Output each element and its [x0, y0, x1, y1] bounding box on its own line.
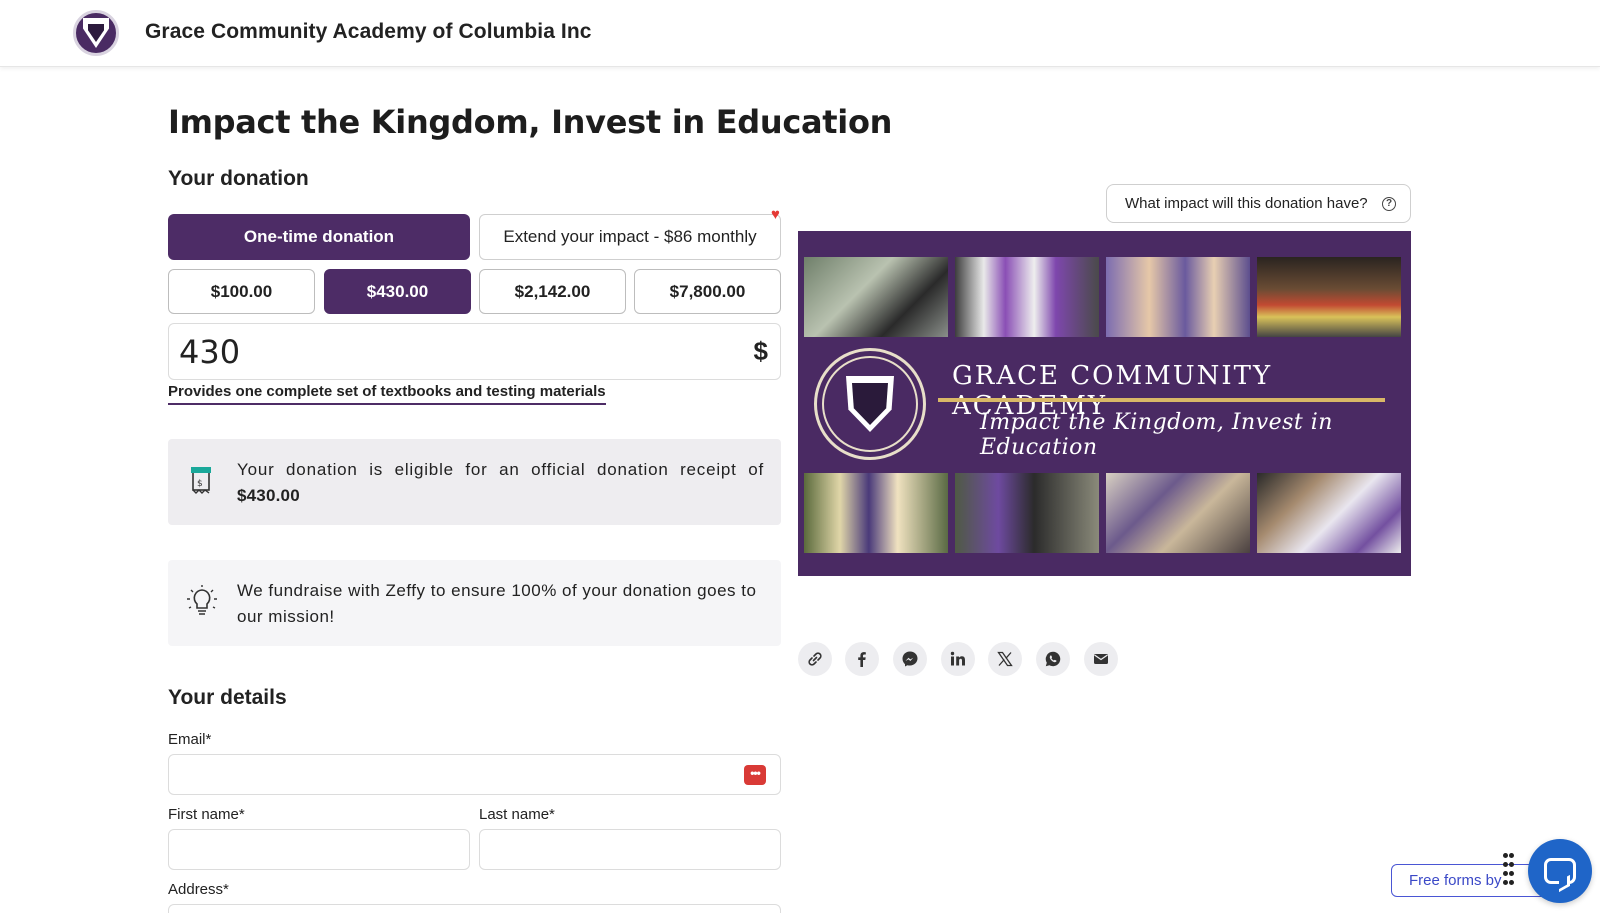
first-name-field[interactable]	[169, 830, 469, 869]
address-field-wrapper	[168, 904, 781, 913]
amount-input[interactable]	[179, 332, 719, 372]
share-x-button[interactable]	[988, 642, 1022, 676]
x-icon	[997, 651, 1013, 667]
academy-seal	[814, 348, 926, 460]
chat-button[interactable]	[1528, 839, 1592, 903]
receipt-notice-text: Your donation is eligible for an officia…	[237, 460, 764, 505]
details-section-title: Your details	[168, 686, 287, 709]
share-linkedin-button[interactable]	[941, 642, 975, 676]
last-name-field-wrapper	[479, 829, 781, 870]
email-field-wrapper: •••	[168, 754, 781, 795]
first-name-label: First name*	[168, 806, 245, 823]
share-whatsapp-button[interactable]	[1036, 642, 1070, 676]
share-messenger-button[interactable]	[893, 642, 927, 676]
academy-logo[interactable]	[73, 10, 119, 56]
donation-section-title: Your donation	[168, 167, 309, 190]
drag-handle-icon[interactable]	[1503, 853, 1513, 889]
free-forms-badge[interactable]: Free forms by	[1391, 864, 1551, 897]
copy-link-button[interactable]	[798, 642, 832, 676]
photo-students-smiling	[1106, 257, 1250, 337]
whatsapp-icon	[1045, 651, 1061, 667]
monthly-donation-button[interactable]: Extend your impact - $86 monthly	[479, 214, 781, 260]
currency-symbol: $	[753, 336, 768, 366]
first-name-field-wrapper	[168, 829, 470, 870]
free-forms-label: Free forms by	[1409, 872, 1502, 889]
last-name-field[interactable]	[480, 830, 780, 869]
question-icon: ?	[1382, 197, 1396, 211]
email-label: Email*	[168, 731, 212, 748]
photo-students-reading	[804, 257, 948, 337]
facebook-icon	[858, 652, 866, 667]
receipt-icon: $	[191, 467, 211, 494]
photo-playground	[955, 473, 1099, 553]
impact-question-button[interactable]: What impact will this donation have? ?	[1106, 184, 1411, 223]
organization-name: Grace Community Academy of Columbia Inc	[145, 20, 592, 43]
one-time-donation-button[interactable]: One-time donation	[168, 214, 470, 260]
photo-stage-performance	[1257, 257, 1401, 337]
share-email-button[interactable]	[1084, 642, 1118, 676]
amount-option-100[interactable]: $100.00	[168, 269, 315, 314]
zeffy-notice-text: We fundraise with Zeffy to ensure 100% o…	[237, 581, 757, 626]
amount-option-2142[interactable]: $2,142.00	[479, 269, 626, 314]
amount-field: $	[168, 323, 781, 380]
banner-divider	[938, 398, 1385, 402]
receipt-notice-box: $ Your donation is eligible for an offic…	[168, 439, 781, 525]
heart-icon: ♥	[771, 206, 780, 223]
lightbulb-icon	[187, 585, 217, 615]
address-field[interactable]	[169, 905, 780, 913]
messenger-icon	[902, 651, 918, 667]
zeffy-notice-box: We fundraise with Zeffy to ensure 100% o…	[168, 560, 781, 646]
banner-tagline: Impact the Kingdom, Invest in Education	[980, 410, 1333, 460]
link-icon	[808, 652, 822, 666]
impact-question-label: What impact will this donation have?	[1125, 195, 1368, 212]
svg-text:$: $	[197, 479, 203, 489]
address-label: Address*	[168, 881, 229, 898]
campaign-banner-image: GRACE COMMUNITY ACADEMY Impact the Kingd…	[798, 231, 1411, 576]
share-facebook-button[interactable]	[845, 642, 879, 676]
page-title: Impact the Kingdom, Invest in Education	[168, 103, 893, 141]
email-icon	[1094, 654, 1108, 664]
password-manager-icon[interactable]: •••	[744, 765, 766, 785]
photo-student-group	[804, 473, 948, 553]
photo-graduates	[955, 257, 1099, 337]
receipt-amount: $430.00	[237, 486, 300, 505]
email-field[interactable]	[169, 755, 780, 794]
amount-option-7800[interactable]: $7,800.00	[634, 269, 781, 314]
photo-student-writing	[1257, 473, 1401, 553]
linkedin-icon	[950, 651, 965, 666]
photo-classroom	[1106, 473, 1250, 553]
chat-bubble-icon	[1544, 858, 1576, 884]
amount-option-430[interactable]: $430.00	[324, 269, 471, 314]
last-name-label: Last name*	[479, 806, 555, 823]
impact-description: Provides one complete set of textbooks a…	[168, 383, 606, 405]
top-bar: Grace Community Academy of Columbia Inc	[0, 0, 1600, 67]
